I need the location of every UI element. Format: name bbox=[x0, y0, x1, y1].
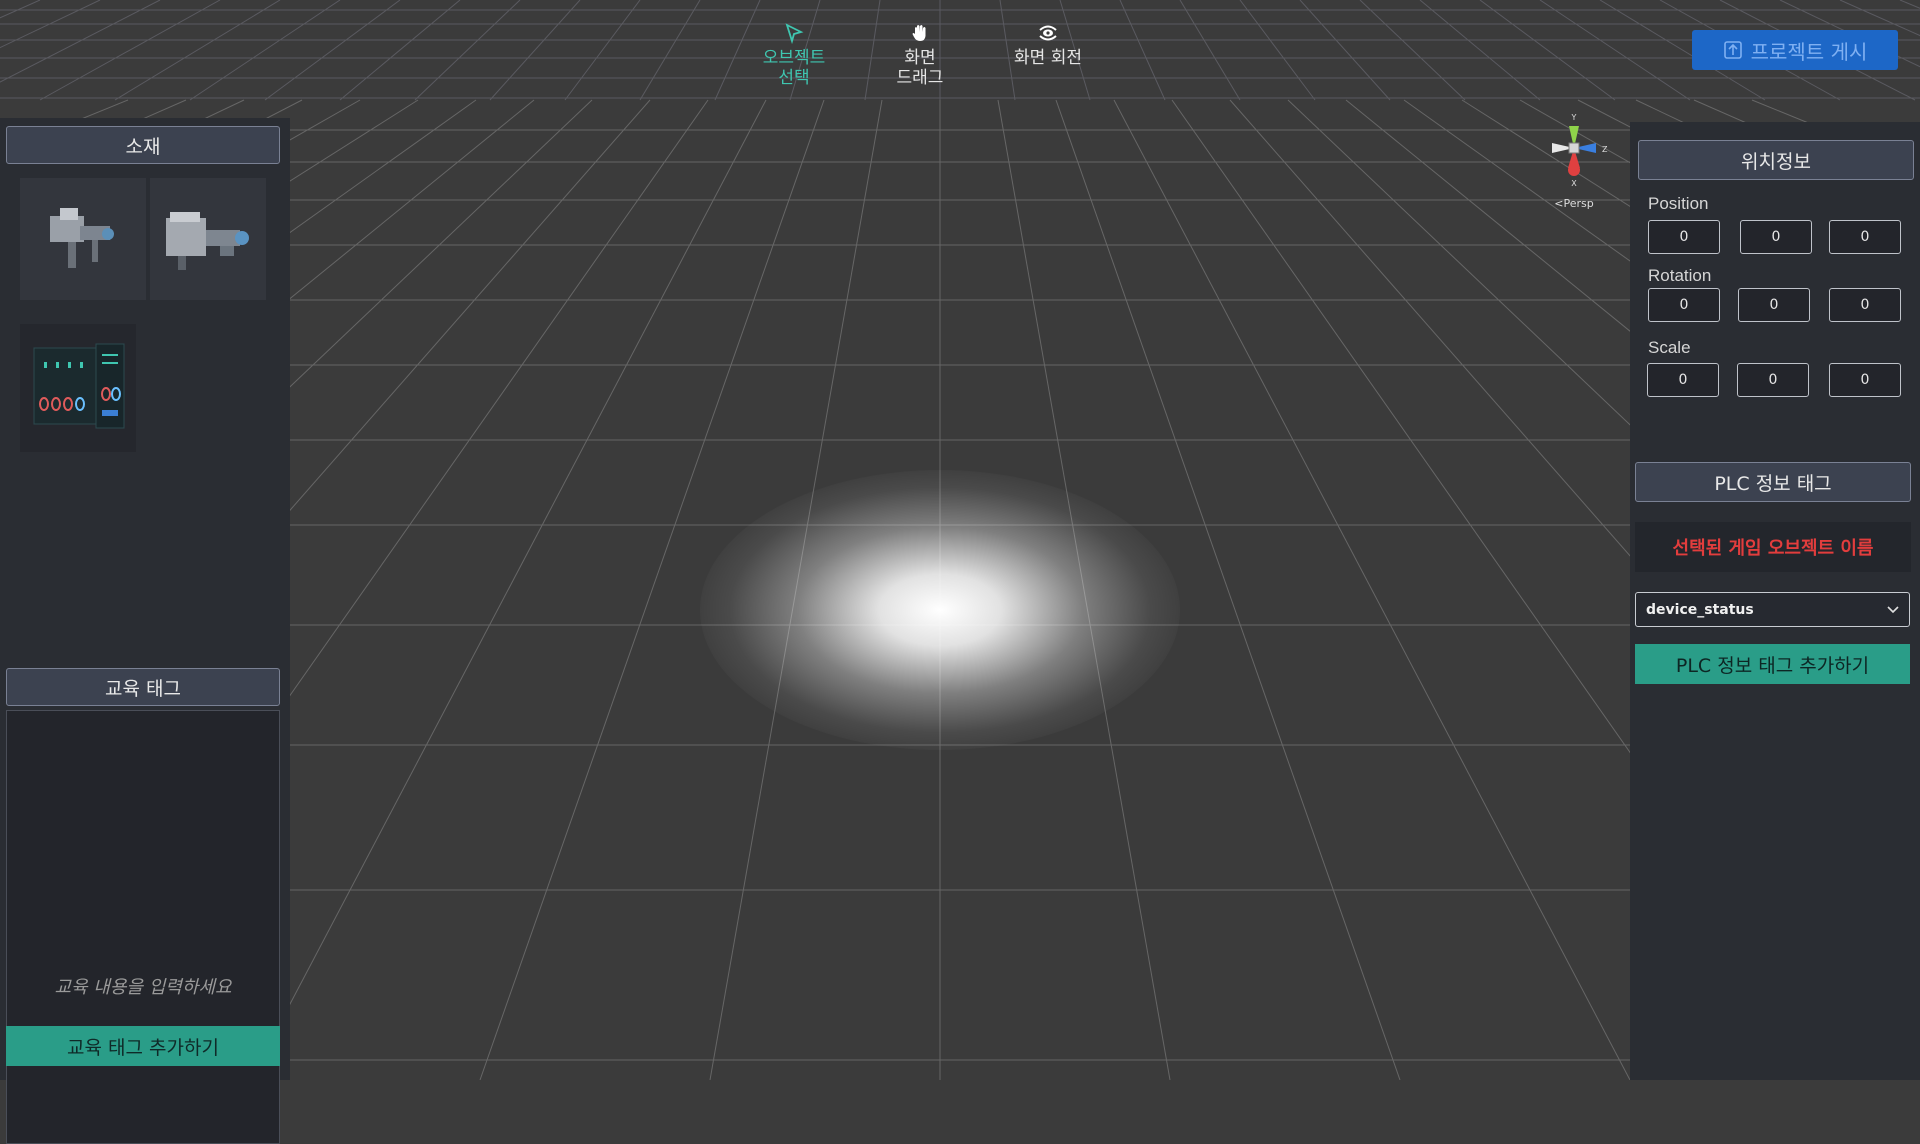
rotation-z-value: 0 bbox=[1860, 297, 1870, 313]
grid-line bbox=[249, 99, 767, 1080]
sky-grid-line bbox=[1479, 0, 1616, 101]
rotation-label: Rotation bbox=[1648, 266, 1712, 285]
sky-grid-line bbox=[339, 0, 461, 101]
material-thumbnail-1[interactable] bbox=[20, 178, 146, 300]
sky-grid-line bbox=[1359, 0, 1466, 101]
scale-y-field[interactable]: 0 bbox=[1737, 363, 1809, 397]
edu-content-input[interactable]: 교육 내용을 입력하세요 bbox=[6, 710, 280, 1144]
sky-grid-line bbox=[1299, 0, 1391, 101]
position-y-value: 0 bbox=[1771, 229, 1781, 245]
publish-label: 프로젝트 게시 bbox=[1750, 39, 1868, 64]
rotation-z-field[interactable]: 0 bbox=[1829, 288, 1901, 322]
tool-screen-rotate[interactable]: 화면 회전 bbox=[1000, 22, 1096, 68]
cursor-arrow-icon bbox=[785, 23, 804, 44]
persp-label[interactable]: <Persp bbox=[1554, 197, 1593, 210]
material-thumbnail-3[interactable] bbox=[20, 324, 136, 452]
tool-label: 오브젝트 bbox=[762, 48, 826, 68]
sky-grid-line bbox=[0, 0, 41, 19]
sky-grid-line bbox=[114, 0, 281, 101]
sky-grid-line bbox=[1899, 0, 1920, 9]
hand-icon bbox=[912, 25, 926, 41]
gizmo-x-label: X bbox=[1571, 179, 1577, 188]
sky-grid-line bbox=[564, 0, 641, 101]
position-x-field[interactable]: 0 bbox=[1648, 220, 1720, 254]
add-edu-tag-label: 교육 태그 추가하기 bbox=[67, 1036, 219, 1059]
tool-label: 선택 bbox=[778, 68, 810, 88]
sky-grid-line bbox=[639, 0, 701, 101]
edu-placeholder: 교육 내용을 입력하세요 bbox=[54, 977, 232, 998]
position-label: Position bbox=[1648, 194, 1709, 213]
gizmo-z-label: Z bbox=[1602, 145, 1608, 154]
scene-light-glow bbox=[700, 470, 1180, 750]
sky-grid-line bbox=[1419, 0, 1541, 101]
left-panel: 소재 교육 태그 교육 내용을 입력하세요 교육 태그 추가하기 bbox=[0, 118, 290, 1144]
gizmo-y-label: Y bbox=[1571, 113, 1577, 122]
scale-y-value: 0 bbox=[1768, 372, 1778, 388]
add-plc-tag-label: PLC 정보 태그 추가하기 bbox=[1675, 654, 1870, 677]
tool-label: 드래그 bbox=[896, 68, 944, 88]
scale-label: Scale bbox=[1648, 338, 1691, 357]
position-z-value: 0 bbox=[1860, 229, 1870, 245]
material-thumbnail-2[interactable] bbox=[150, 178, 266, 300]
machine-model-thumbnail-2 bbox=[166, 212, 249, 270]
sky-grid-line bbox=[264, 0, 401, 101]
publish-project-button[interactable]: 프로젝트 게시 bbox=[1692, 30, 1898, 70]
position-z-field[interactable]: 0 bbox=[1829, 220, 1901, 254]
rotate-eye-icon bbox=[1039, 25, 1057, 41]
location-header: 위치정보 bbox=[1638, 140, 1914, 180]
plc-tag-dropdown[interactable]: device_status bbox=[1635, 592, 1910, 627]
rotation-y-value: 0 bbox=[1769, 297, 1779, 313]
grid-line bbox=[1113, 99, 1631, 1080]
tool-screen-drag[interactable]: 화면 드래그 bbox=[878, 22, 962, 88]
position-x-value: 0 bbox=[1679, 229, 1689, 245]
sky-grid-line bbox=[1539, 0, 1691, 101]
materials-title: 소재 bbox=[125, 135, 161, 158]
rotation-x-value: 0 bbox=[1679, 297, 1689, 313]
sky-grid-line bbox=[489, 0, 581, 101]
sky-grid-line bbox=[0, 0, 101, 49]
edu-tag-title: 교육 태그 bbox=[105, 677, 181, 700]
materials-header: 소재 bbox=[6, 126, 280, 164]
tool-label: 화면 bbox=[904, 48, 936, 68]
add-edu-tag-button[interactable]: 교육 태그 추가하기 bbox=[6, 1026, 280, 1066]
dropdown-value: device_status bbox=[1646, 601, 1754, 618]
orientation-gizmo[interactable]: Y Z X <Persp bbox=[1540, 112, 1610, 216]
plc-tag-header: PLC 정보 태그 bbox=[1635, 462, 1911, 502]
scale-x-field[interactable]: 0 bbox=[1647, 363, 1719, 397]
sky-grid-line bbox=[414, 0, 521, 101]
selected-object-name-text: 선택된 게임 오브젝트 이름 bbox=[1672, 538, 1874, 559]
rotation-x-field[interactable]: 0 bbox=[1648, 288, 1720, 322]
chevron-down-icon bbox=[1887, 605, 1899, 613]
plc-tag-title: PLC 정보 태그 bbox=[1714, 472, 1832, 495]
tool-object-select[interactable]: 오브젝트 선택 bbox=[752, 22, 836, 88]
machine-model-thumbnail-1 bbox=[50, 208, 114, 268]
sky-grid-line bbox=[1119, 0, 1166, 101]
selected-object-name: 선택된 게임 오브젝트 이름 bbox=[1635, 522, 1911, 572]
scale-z-value: 0 bbox=[1860, 372, 1870, 388]
control-panel-thumbnail bbox=[33, 343, 125, 429]
sky-grid-line bbox=[1239, 0, 1316, 101]
position-y-field[interactable]: 0 bbox=[1740, 220, 1812, 254]
sky-grid-line bbox=[189, 0, 341, 101]
scale-z-field[interactable]: 0 bbox=[1829, 363, 1901, 397]
rotation-y-field[interactable]: 0 bbox=[1738, 288, 1810, 322]
scale-x-value: 0 bbox=[1678, 372, 1688, 388]
edu-tag-header: 교육 태그 bbox=[6, 668, 280, 706]
location-title: 위치정보 bbox=[1741, 150, 1811, 173]
add-plc-tag-button[interactable]: PLC 정보 태그 추가하기 bbox=[1635, 644, 1910, 684]
upload-icon bbox=[1723, 41, 1742, 59]
tool-label: 화면 회전 bbox=[1014, 48, 1082, 68]
sky-grid-line bbox=[1179, 0, 1241, 101]
sky-grid-line bbox=[0, 0, 161, 83]
